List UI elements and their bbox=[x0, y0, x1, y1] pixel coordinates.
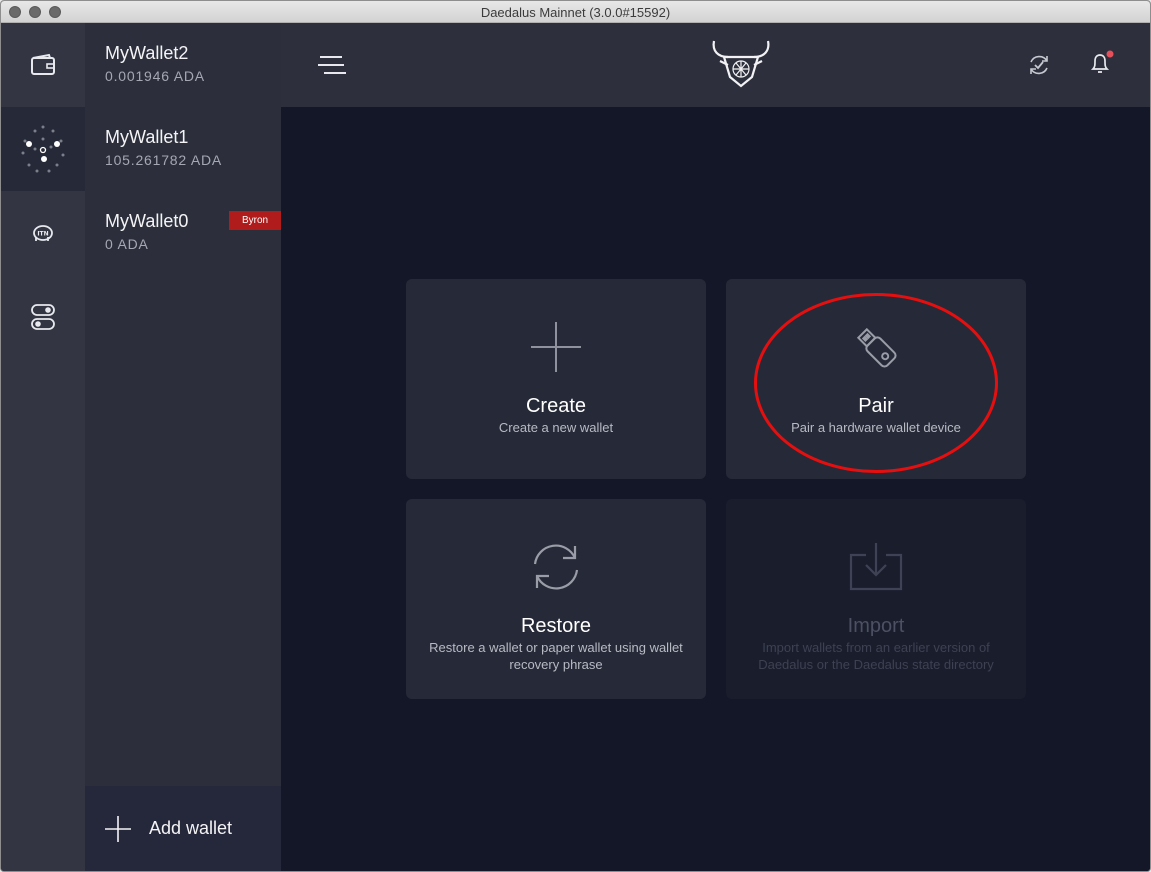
wallet-icon bbox=[31, 53, 55, 75]
rail-item-network[interactable] bbox=[1, 107, 85, 191]
wallet-balance: 0.001946 ADA bbox=[105, 68, 205, 84]
tile-description: Pair a hardware wallet device bbox=[791, 420, 961, 435]
rail-item-wallets[interactable] bbox=[1, 23, 85, 107]
byron-badge: Byron bbox=[229, 211, 281, 230]
tile-description: Create a new wallet bbox=[498, 420, 614, 435]
wallet-name: MyWallet0 bbox=[105, 211, 189, 231]
notification-dot bbox=[1106, 50, 1114, 58]
wallet-name: MyWallet1 bbox=[105, 127, 189, 147]
hamburger-icon[interactable] bbox=[318, 55, 346, 75]
import-wallet-tile: Import Import wallets from an earlier ve… bbox=[726, 499, 1026, 699]
title-bar: Daedalus Mainnet (3.0.0#15592) bbox=[1, 1, 1150, 23]
usb-stick-icon bbox=[856, 327, 897, 368]
add-wallet-label: Add wallet bbox=[149, 818, 233, 838]
navigation-rail: ITN bbox=[1, 23, 85, 871]
main-content: Create Create a new wallet Pair Pair a h… bbox=[281, 107, 1150, 871]
wallet-list: MyWallet2 0.001946 ADA MyWallet1 105.261… bbox=[85, 23, 281, 871]
settings-toggle-icon bbox=[31, 304, 55, 330]
tile-title: Pair bbox=[858, 395, 894, 417]
wallet-balance: 105.261782 ADA bbox=[105, 152, 223, 168]
tile-description: Restore a wallet or paper wallet using w… bbox=[429, 640, 683, 672]
rail-item-itn[interactable]: ITN bbox=[1, 191, 85, 275]
tile-description: Import wallets from an earlier version o… bbox=[758, 640, 994, 672]
rail-item-settings[interactable] bbox=[1, 275, 85, 359]
import-icon bbox=[849, 543, 903, 591]
restore-icon bbox=[533, 544, 579, 590]
wallet-item-mywallet0[interactable]: MyWallet0 0 ADA bbox=[85, 191, 281, 275]
plus-icon bbox=[105, 816, 131, 842]
sync-check-icon[interactable] bbox=[1027, 53, 1051, 77]
top-bar bbox=[281, 23, 1150, 107]
app-window: Daedalus Mainnet (3.0.0#15592) ITN MyWal… bbox=[0, 0, 1151, 872]
network-icon bbox=[21, 125, 65, 173]
bell-icon[interactable] bbox=[1087, 49, 1115, 77]
wallet-item-mywallet2[interactable]: MyWallet2 0.001946 ADA bbox=[85, 23, 281, 107]
daedalus-logo-icon bbox=[712, 40, 770, 88]
plus-icon bbox=[531, 322, 581, 372]
wallet-balance: 0 ADA bbox=[105, 236, 149, 252]
tile-title: Create bbox=[525, 395, 587, 417]
tile-title: Import bbox=[847, 615, 905, 637]
itn-piggy-icon: ITN bbox=[33, 225, 53, 241]
wallet-name: MyWallet2 bbox=[105, 43, 189, 63]
wallet-item-mywallet1[interactable]: MyWallet1 105.261782 ADA bbox=[85, 107, 281, 191]
restore-wallet-tile[interactable]: Restore Restore a wallet or paper wallet… bbox=[406, 499, 706, 699]
add-wallet-button[interactable]: Add wallet bbox=[85, 786, 281, 871]
create-wallet-tile[interactable]: Create Create a new wallet bbox=[406, 279, 706, 479]
window-title: Daedalus Mainnet (3.0.0#15592) bbox=[480, 5, 671, 20]
svg-text:ITN: ITN bbox=[37, 231, 48, 238]
tile-title: Restore bbox=[520, 615, 592, 637]
pair-wallet-tile[interactable]: Pair Pair a hardware wallet device bbox=[726, 279, 1026, 479]
